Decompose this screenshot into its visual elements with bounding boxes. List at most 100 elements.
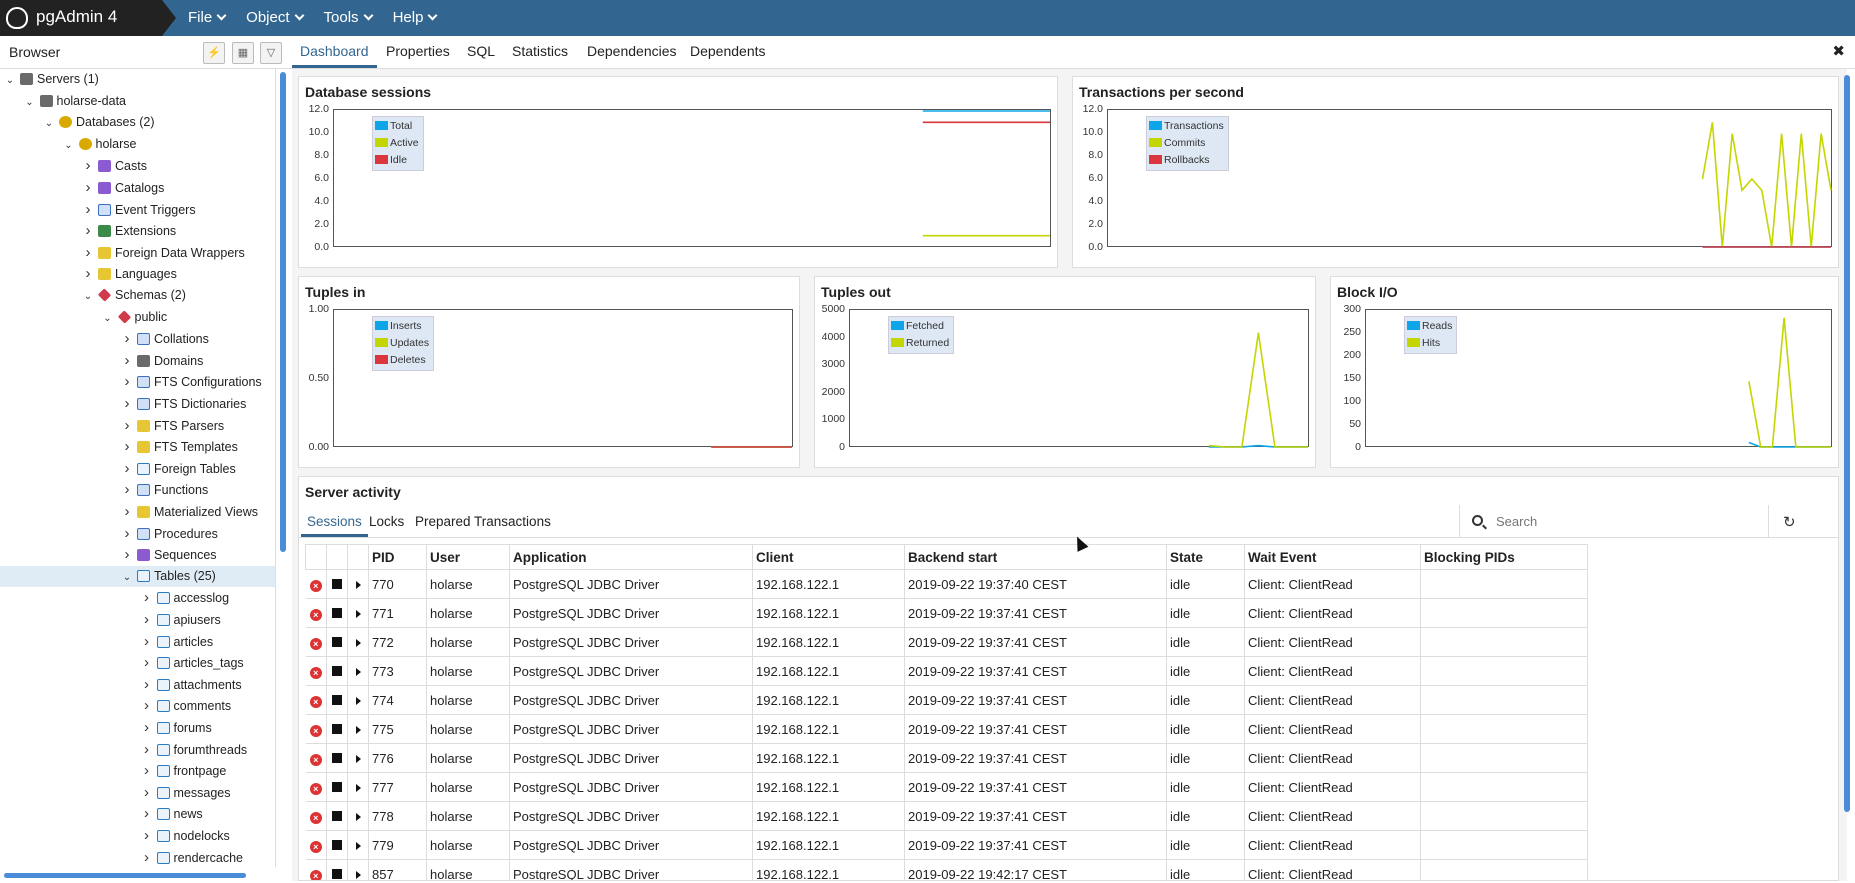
tree-node[interactable]: › Event Triggers	[0, 199, 275, 220]
chevron-right-icon[interactable]: ›	[140, 782, 154, 803]
chevron-right-icon[interactable]: ›	[120, 501, 134, 522]
chevron-right-icon[interactable]: ›	[120, 479, 134, 500]
cancel-query-icon[interactable]	[332, 781, 342, 792]
table-row[interactable]: × 770 holarse PostgreSQL JDBC Driver 192.168…	[305, 569, 1588, 599]
chevron-right-icon[interactable]: ›	[140, 609, 154, 630]
column-header[interactable]: Wait Event	[1244, 544, 1421, 570]
menu-object[interactable]: Object	[246, 0, 302, 36]
tree-node[interactable]: › nodelocks	[0, 825, 275, 846]
tree-node[interactable]: › Functions	[0, 479, 275, 500]
cancel-query-icon[interactable]	[332, 607, 342, 618]
column-header[interactable]: PID	[368, 544, 427, 570]
terminate-session-icon[interactable]: ×	[309, 579, 322, 592]
table-row[interactable]: × 778 holarse PostgreSQL JDBC Driver 192.168…	[305, 801, 1588, 831]
tree-node[interactable]: › rendercache	[0, 847, 275, 867]
chevron-right-icon[interactable]: ›	[140, 739, 154, 760]
cancel-query-icon[interactable]	[332, 665, 342, 676]
cancel-query-icon[interactable]	[332, 694, 342, 705]
filter-button[interactable]: ▽	[260, 42, 282, 64]
terminate-session-icon[interactable]: ×	[309, 695, 322, 708]
expand-row-icon[interactable]	[355, 667, 361, 676]
terminate-session-icon[interactable]: ×	[309, 869, 322, 880]
table-row[interactable]: × 771 holarse PostgreSQL JDBC Driver 192.168…	[305, 598, 1588, 628]
cancel-query-icon[interactable]	[332, 839, 342, 850]
refresh-icon[interactable]: ↻	[1783, 513, 1796, 531]
query-tool-button[interactable]: ⚡	[203, 42, 225, 64]
chevron-right-icon[interactable]: ›	[140, 631, 154, 652]
tree-node[interactable]: › Sequences	[0, 544, 275, 565]
tree-node[interactable]: › Languages	[0, 263, 275, 284]
chevron-right-icon[interactable]: ›	[120, 393, 134, 414]
terminate-session-icon[interactable]: ×	[309, 724, 322, 737]
chevron-right-icon[interactable]: ›	[120, 371, 134, 392]
menu-file[interactable]: File	[188, 0, 225, 36]
terminate-session-icon[interactable]: ×	[309, 782, 322, 795]
chevron-right-icon[interactable]: ›	[81, 220, 95, 241]
terminate-session-icon[interactable]: ×	[309, 666, 322, 679]
tree-node[interactable]: ⌄ holarse-data	[0, 91, 275, 113]
tree-node[interactable]: › Procedures	[0, 523, 275, 544]
expand-row-icon[interactable]	[355, 754, 361, 763]
tree-node[interactable]: › articles_tags	[0, 652, 275, 673]
tree-node[interactable]: ⌄ Schemas (2)	[0, 285, 275, 307]
chevron-right-icon[interactable]: ›	[140, 674, 154, 695]
terminate-session-icon[interactable]: ×	[309, 811, 322, 824]
tree-node[interactable]: › Casts	[0, 155, 275, 176]
tab-dependencies[interactable]: Dependencies	[587, 43, 677, 59]
chevron-right-icon[interactable]: ›	[120, 458, 134, 479]
chevron-right-icon[interactable]: ›	[140, 587, 154, 608]
tree-node[interactable]: › FTS Parsers	[0, 415, 275, 436]
tab-properties[interactable]: Properties	[386, 43, 450, 59]
cancel-query-icon[interactable]	[332, 636, 342, 647]
close-icon[interactable]: ✖	[1832, 42, 1845, 60]
tab-sessions[interactable]: Sessions	[301, 514, 368, 537]
tree-node[interactable]: › messages	[0, 782, 275, 803]
column-header[interactable]: Blocking PIDs	[1420, 544, 1588, 570]
expand-row-icon[interactable]	[355, 783, 361, 792]
chevron-down-icon[interactable]: ⌄	[23, 92, 37, 113]
tree-node[interactable]: › forums	[0, 717, 275, 738]
chevron-right-icon[interactable]: ›	[81, 242, 95, 263]
tree-node[interactable]: › FTS Templates	[0, 436, 275, 457]
chevron-right-icon[interactable]: ›	[140, 803, 154, 824]
expand-row-icon[interactable]	[355, 638, 361, 647]
column-header[interactable]: Application	[509, 544, 753, 570]
cancel-query-icon[interactable]	[332, 578, 342, 589]
chevron-right-icon[interactable]: ›	[140, 717, 154, 738]
chevron-down-icon[interactable]: ⌄	[81, 286, 95, 307]
browser-scrollbar[interactable]	[280, 72, 286, 552]
dashboard-scrollbar[interactable]	[1844, 75, 1850, 812]
tree-node[interactable]: › Collations	[0, 328, 275, 349]
chevron-down-icon[interactable]: ⌄	[120, 567, 134, 588]
expand-row-icon[interactable]	[355, 812, 361, 821]
tree-node[interactable]: ⌄ public	[0, 307, 275, 328]
tree-node[interactable]: › Foreign Data Wrappers	[0, 242, 275, 263]
browser-horizontal-scrollbar[interactable]	[4, 873, 246, 878]
tree-node[interactable]: › FTS Configurations	[0, 371, 275, 392]
chevron-right-icon[interactable]: ›	[140, 760, 154, 781]
chevron-right-icon[interactable]: ›	[81, 155, 95, 176]
table-row[interactable]: × 775 holarse PostgreSQL JDBC Driver 192.168…	[305, 714, 1588, 744]
tree-node[interactable]: ⌄ Databases (2)	[0, 112, 275, 133]
chevron-right-icon[interactable]: ›	[140, 652, 154, 673]
tree-node[interactable]: ⌄ Tables (25)	[0, 565, 275, 588]
tree-node[interactable]: › forumthreads	[0, 739, 275, 760]
chevron-right-icon[interactable]: ›	[120, 415, 134, 436]
cancel-query-icon[interactable]	[332, 723, 342, 734]
terminate-session-icon[interactable]: ×	[309, 753, 322, 766]
terminate-session-icon[interactable]: ×	[309, 637, 322, 650]
tab-dashboard[interactable]: Dashboard	[292, 43, 376, 68]
tree-node[interactable]: › comments	[0, 695, 275, 716]
chevron-down-icon[interactable]: ⌄	[62, 135, 76, 156]
column-header[interactable]: Client	[752, 544, 905, 570]
chevron-right-icon[interactable]: ›	[120, 328, 134, 349]
expand-row-icon[interactable]	[355, 696, 361, 705]
tree-node[interactable]: › accesslog	[0, 587, 275, 608]
table-row[interactable]: × 779 holarse PostgreSQL JDBC Driver 192.168…	[305, 830, 1588, 860]
column-header[interactable]	[347, 544, 369, 570]
tab-sql[interactable]: SQL	[467, 43, 495, 59]
expand-row-icon[interactable]	[355, 841, 361, 850]
search-input[interactable]	[1496, 511, 1756, 531]
table-row[interactable]: × 773 holarse PostgreSQL JDBC Driver 192.168…	[305, 656, 1588, 686]
tab-locks[interactable]: Locks	[369, 514, 404, 529]
